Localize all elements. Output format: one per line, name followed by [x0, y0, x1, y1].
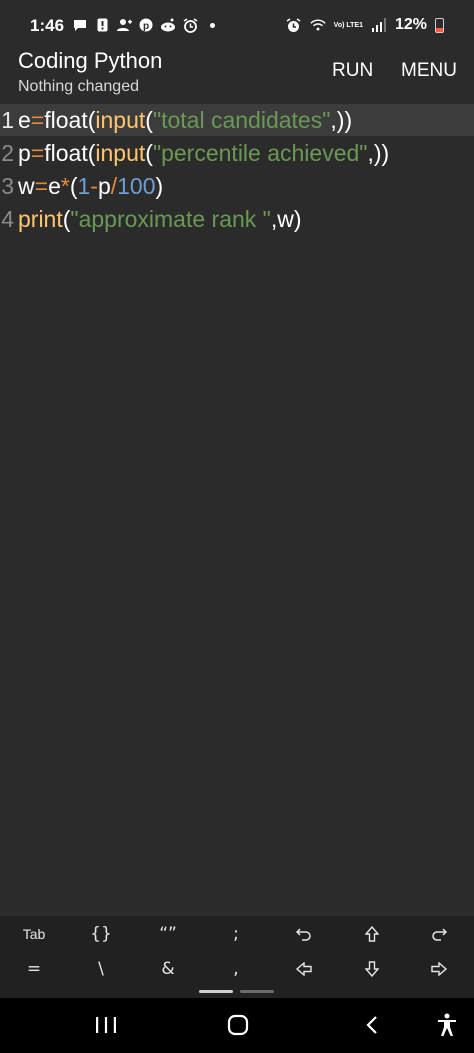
- line-number: 4: [1, 206, 14, 232]
- line-number: 1: [1, 107, 14, 133]
- code-editor[interactable]: 1 e=float(input("total candidates",)) 2 …: [0, 102, 474, 916]
- svg-text:p: p: [143, 21, 149, 32]
- navigation-bar: [0, 998, 474, 1053]
- reddit-icon: [160, 17, 176, 33]
- undo-key[interactable]: [271, 917, 337, 951]
- alarm-icon: [182, 17, 198, 33]
- menu-button[interactable]: MENU: [401, 60, 457, 82]
- keys-page-indicator: [240, 990, 274, 993]
- line-number: 3: [1, 173, 14, 199]
- right-arrow-icon: [431, 962, 447, 976]
- page-subtitle: Nothing changed: [18, 78, 139, 95]
- shift-arrow-icon: [365, 926, 379, 942]
- equals-key[interactable]: =: [1, 952, 67, 986]
- code-text[interactable]: print("approximate rank ",w): [18, 203, 302, 235]
- home-icon: [227, 1014, 249, 1036]
- code-text[interactable]: w=e*(1-p/100): [18, 170, 163, 202]
- wifi-icon: [310, 17, 326, 33]
- accessibility-button[interactable]: [427, 1008, 467, 1042]
- code-text[interactable]: p=float(input("percentile achieved",)): [18, 137, 389, 169]
- notification-icon: [94, 17, 110, 33]
- status-icons-left: p: [72, 17, 215, 33]
- semicolon-key[interactable]: ;: [203, 917, 269, 951]
- battery-percent: 12%: [394, 16, 427, 33]
- recent-apps-button[interactable]: [86, 1008, 126, 1042]
- signal-icon: [371, 17, 387, 33]
- line-number: 2: [1, 140, 14, 166]
- keys-page-indicator-active: [199, 990, 233, 993]
- accessibility-icon: [438, 1013, 456, 1036]
- left-arrow-icon: [296, 962, 312, 976]
- tab-key[interactable]: Tab: [1, 917, 67, 951]
- code-text[interactable]: e=float(input("total candidates",)): [18, 104, 352, 136]
- app-bar: Coding Python Nothing changed RUN MENU: [0, 44, 474, 102]
- ampersand-key[interactable]: &: [135, 952, 201, 986]
- right-arrow-key[interactable]: [406, 952, 472, 986]
- run-button[interactable]: RUN: [332, 60, 373, 82]
- back-icon: [366, 1016, 377, 1034]
- page-title: Coding Python: [18, 48, 163, 73]
- down-arrow-key[interactable]: [339, 952, 405, 986]
- left-arrow-key[interactable]: [271, 952, 337, 986]
- undo-icon: [296, 928, 311, 941]
- code-line-2[interactable]: 2 p=float(input("percentile achieved",)): [0, 137, 474, 169]
- network-type-label: Vo) LTE1: [333, 21, 363, 29]
- status-bar: 1:46 p Vo) LTE1 12%: [0, 0, 474, 50]
- code-line-1[interactable]: 1 e=float(input("total candidates",)): [0, 104, 474, 136]
- message-icon: [72, 17, 88, 33]
- recent-apps-icon: [96, 1017, 116, 1033]
- app-root: 1:46 p Vo) LTE1 12% Coding Python Nothin…: [0, 0, 474, 1053]
- quotes-key[interactable]: “”: [135, 917, 201, 951]
- back-button[interactable]: [352, 1008, 392, 1042]
- down-arrow-icon: [365, 961, 379, 977]
- battery-icon: [435, 17, 444, 33]
- shift-key[interactable]: [339, 917, 405, 951]
- code-line-4[interactable]: 4 print("approximate rank ",w): [0, 203, 474, 235]
- extra-keys-bar: Tab {} “” ; = \ & ,: [0, 916, 474, 998]
- redo-icon: [432, 928, 447, 941]
- person-icon: [116, 17, 132, 33]
- status-icons-right: Vo) LTE1 12%: [286, 16, 444, 34]
- pinterest-icon: p: [138, 17, 154, 33]
- more-notifications-dot: [210, 22, 215, 28]
- backslash-key[interactable]: \: [68, 952, 134, 986]
- code-line-3[interactable]: 3 w=e*(1-p/100): [0, 170, 474, 202]
- home-button[interactable]: [218, 1008, 258, 1042]
- braces-key[interactable]: {}: [68, 917, 134, 951]
- status-time: 1:46: [30, 16, 65, 35]
- alarm-icon: [286, 17, 302, 33]
- comma-key[interactable]: ,: [203, 952, 269, 986]
- redo-key[interactable]: [406, 917, 472, 951]
